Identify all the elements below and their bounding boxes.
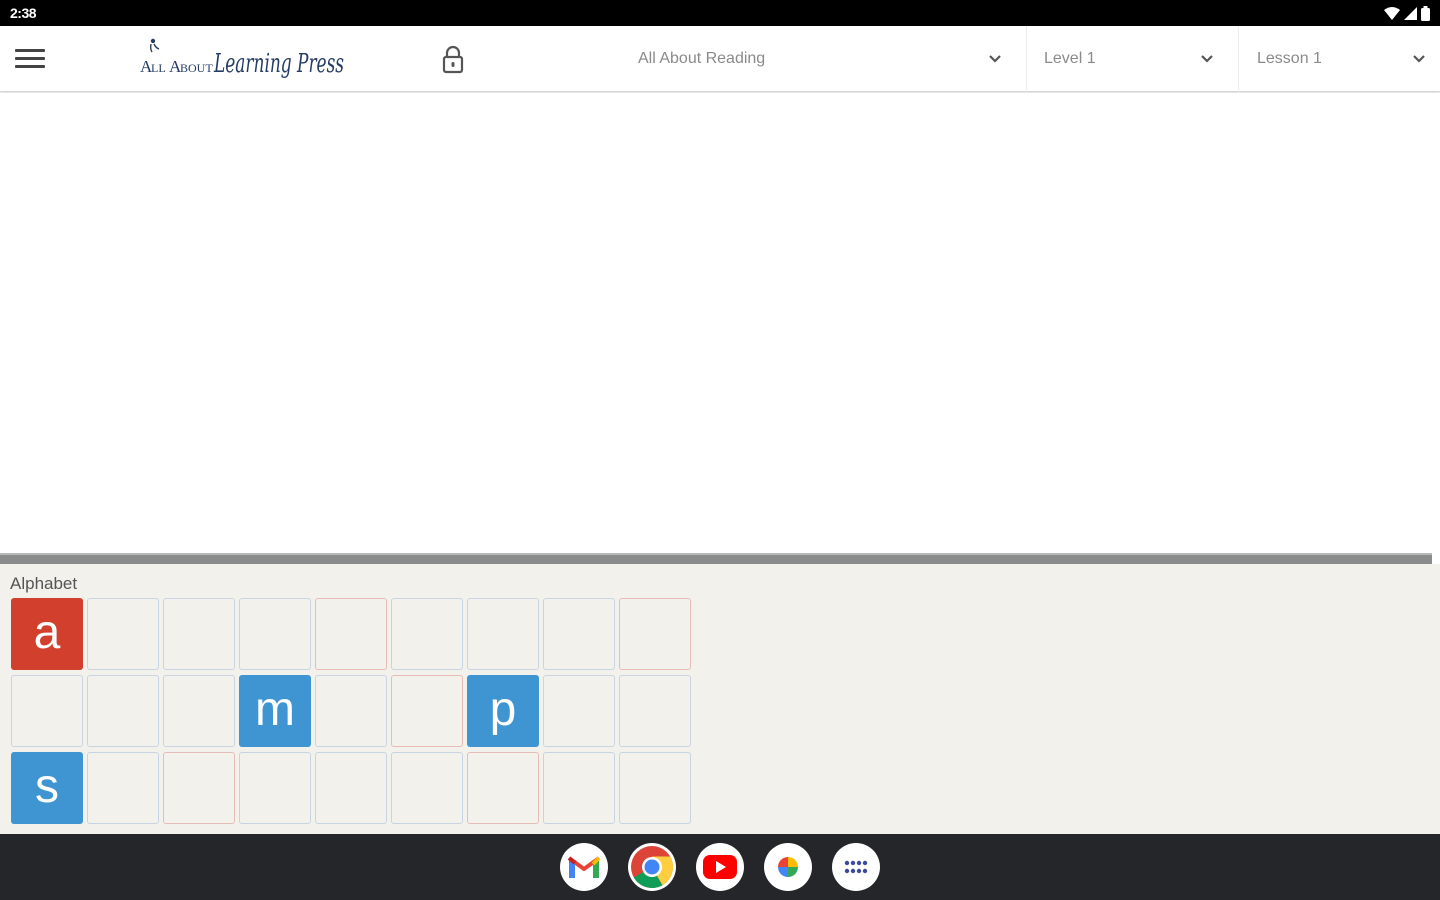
empty-letter-tile[interactable] [87, 675, 159, 747]
empty-letter-tile[interactable] [239, 598, 311, 670]
app-drawer-icon[interactable] [832, 843, 880, 891]
letter-tile-a[interactable]: a [11, 598, 83, 670]
empty-letter-tile[interactable] [315, 598, 387, 670]
app-header: A LL A BOUT Learning Press All About Rea… [0, 26, 1440, 92]
empty-letter-tile[interactable] [619, 752, 691, 824]
lesson-dropdown-label: Lesson 1 [1257, 50, 1322, 67]
empty-letter-tile[interactable] [163, 598, 235, 670]
letter-tile-label: a [33, 605, 61, 659]
empty-letter-tile[interactable] [163, 752, 235, 824]
tray-title: Alphabet [10, 574, 78, 593]
empty-letter-tile[interactable] [163, 675, 235, 747]
empty-letter-tile[interactable] [619, 598, 691, 670]
empty-letter-tile[interactable] [619, 675, 691, 747]
all-about-learning-press-logo: A LL A BOUT Learning Press [140, 38, 344, 79]
empty-letter-tile[interactable] [11, 675, 83, 747]
level-dropdown-label: Level 1 [1044, 50, 1096, 67]
youtube-icon[interactable] [696, 843, 744, 891]
lesson-dropdown[interactable]: Lesson 1 [1238, 26, 1440, 92]
wifi-icon [1384, 6, 1400, 20]
letter-tile-s[interactable]: s [11, 752, 83, 824]
letter-board-workspace[interactable] [0, 93, 1440, 553]
empty-letter-tile[interactable] [315, 752, 387, 824]
program-dropdown[interactable]: All About Reading [622, 26, 1024, 92]
empty-letter-tile[interactable] [543, 598, 615, 670]
svg-text:Learning Press: Learning Press [213, 49, 344, 79]
empty-letter-tile[interactable] [391, 598, 463, 670]
chevron-down-icon [989, 55, 1001, 63]
tray-resize-handle[interactable] [0, 553, 1432, 564]
letter-tile-m[interactable]: m [239, 675, 311, 747]
empty-letter-tile[interactable] [391, 752, 463, 824]
empty-letter-tile[interactable] [87, 752, 159, 824]
system-icons [1384, 5, 1430, 21]
chevron-down-icon [1201, 55, 1213, 63]
empty-letter-tile[interactable] [315, 675, 387, 747]
letter-tile-grid: a m p s [11, 598, 691, 824]
empty-letter-tile[interactable] [543, 675, 615, 747]
hamburger-menu-icon[interactable] [14, 46, 50, 74]
empty-letter-tile[interactable] [239, 752, 311, 824]
letter-tile-p[interactable]: p [467, 675, 539, 747]
empty-letter-tile[interactable] [543, 752, 615, 824]
letter-tile-label: p [489, 682, 517, 736]
android-taskbar [0, 834, 1440, 900]
chrome-icon[interactable] [628, 843, 676, 891]
gmail-icon[interactable] [560, 843, 608, 891]
svg-text:LL: LL [151, 61, 166, 75]
alphabet-tray: Alphabet a m p s [0, 564, 1440, 834]
status-bar: 2:38 [0, 0, 1440, 26]
empty-letter-tile[interactable] [467, 752, 539, 824]
empty-letter-tile[interactable] [87, 598, 159, 670]
photos-icon[interactable] [764, 843, 812, 891]
lock-icon[interactable] [440, 44, 466, 74]
chevron-down-icon [1413, 55, 1425, 63]
status-time: 2:38 [10, 5, 37, 21]
empty-letter-tile[interactable] [391, 675, 463, 747]
empty-letter-tile[interactable] [467, 598, 539, 670]
signal-icon [1404, 6, 1417, 20]
battery-icon [1421, 5, 1430, 21]
letter-tile-label: m [255, 682, 295, 736]
letter-tile-label: s [35, 759, 59, 813]
level-dropdown[interactable]: Level 1 [1026, 26, 1236, 92]
program-dropdown-label: All About Reading [638, 50, 766, 67]
svg-text:BOUT: BOUT [180, 61, 213, 75]
